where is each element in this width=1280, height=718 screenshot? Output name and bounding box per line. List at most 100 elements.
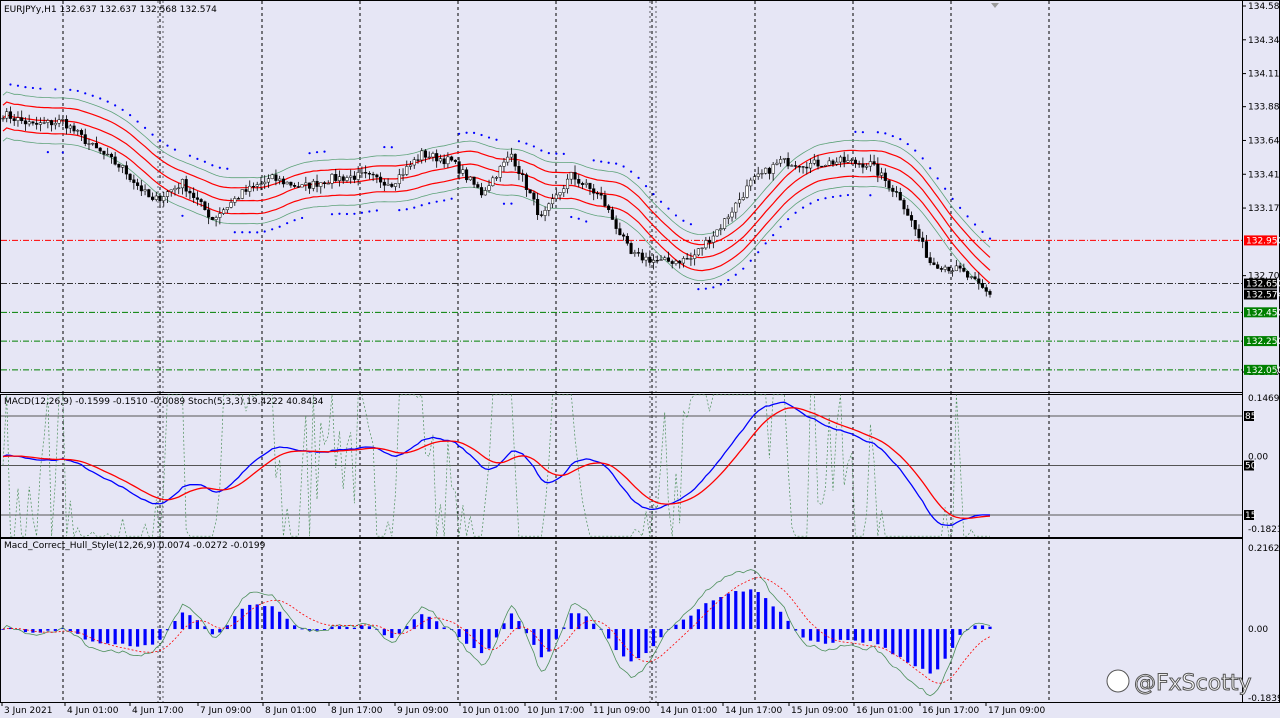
psar-dot	[637, 176, 640, 179]
hull-hist-bar	[943, 629, 947, 659]
trading-chart[interactable]: 134.580 134.345 134.110 133.880 133.645 133.4…	[0, 0, 1280, 718]
hull-hist-bar	[719, 597, 723, 630]
candle-body	[775, 162, 779, 165]
psar-dot	[510, 202, 513, 205]
price-label-text: 132.650	[1246, 280, 1280, 290]
candle-body	[726, 216, 730, 219]
hull-hist-bar	[771, 606, 775, 630]
hull-hist-bar	[173, 620, 177, 630]
hull-hist-bar	[786, 620, 790, 630]
hull-header: Macd_Correct_Hull_Style(12,26,9) 0.0074 …	[4, 541, 266, 551]
candle-body	[394, 183, 398, 187]
candle-body	[584, 182, 588, 185]
psar-dot	[300, 216, 304, 220]
candle-body	[958, 265, 962, 269]
candle-body	[554, 194, 558, 199]
candle-body	[622, 234, 626, 237]
candle-body	[150, 196, 155, 200]
psar-dot	[861, 131, 864, 134]
psar-dot	[562, 152, 565, 156]
psar-dot	[495, 138, 498, 141]
candle-body	[924, 241, 928, 258]
candle-body	[936, 264, 940, 269]
candle-body	[457, 161, 461, 174]
candle-body	[408, 164, 413, 167]
hull-hist-bar	[681, 619, 686, 630]
candle-body	[435, 153, 439, 162]
hull-hist-bar	[210, 629, 214, 635]
candle-body	[207, 209, 211, 218]
candle-body	[723, 218, 727, 229]
candle-body	[708, 240, 712, 243]
candle-body	[98, 147, 102, 152]
candle-body	[573, 172, 577, 180]
hull-hist-bar	[704, 603, 708, 630]
candle-body	[704, 240, 708, 249]
time-label: 3 Jun 2021	[4, 706, 52, 716]
psar-dot	[869, 194, 872, 197]
psar-dot	[24, 86, 27, 89]
candle-body	[565, 178, 570, 189]
psar-dot	[697, 288, 700, 291]
psar-dot	[136, 120, 139, 123]
candle-body	[966, 271, 970, 278]
main-pane[interactable]	[0, 0, 1243, 393]
candle-body	[906, 208, 910, 216]
candle-body	[1, 117, 5, 120]
psar-dot	[129, 114, 132, 117]
candle-body	[917, 228, 921, 239]
candle-body	[121, 165, 125, 168]
candle-body	[65, 119, 69, 129]
psar-dot	[54, 88, 57, 91]
candle-body	[868, 161, 872, 167]
hull-hist-bar	[980, 625, 985, 630]
time-label: 4 Jun 17:00	[132, 706, 184, 716]
candle-body	[188, 190, 192, 194]
candle-body	[816, 159, 820, 167]
candle-body	[442, 158, 446, 165]
psar-dot	[443, 199, 446, 202]
candle-body	[678, 260, 682, 264]
time-label: 15 Jun 09:00	[791, 706, 848, 716]
psar-dot	[517, 140, 521, 143]
candle-body	[386, 183, 390, 186]
psar-dot	[480, 133, 483, 137]
psar-dot	[794, 211, 797, 214]
hull-pane[interactable]	[0, 538, 1243, 703]
hull-hist-bar	[644, 629, 648, 654]
candle-body	[812, 159, 816, 164]
hull-hist-bar	[554, 629, 558, 639]
psar-dot	[248, 231, 251, 234]
candle-body	[72, 125, 76, 132]
candle-body	[730, 211, 734, 218]
psar-dot	[906, 142, 909, 146]
candle-body	[218, 213, 222, 218]
hull-hist-bar	[397, 629, 401, 634]
hull-hist-bar	[711, 600, 715, 630]
psar-dot	[61, 151, 64, 154]
candle-body	[913, 220, 917, 230]
candle-body	[973, 276, 977, 280]
candle-body	[760, 172, 764, 175]
psar-dot	[166, 144, 169, 147]
psar-dot	[91, 94, 94, 97]
hull-hist-bar	[651, 629, 656, 647]
psar-dot	[772, 233, 775, 237]
psar-dot	[951, 197, 954, 200]
candle-body	[296, 186, 300, 188]
psar-dot	[226, 167, 229, 170]
psar-dot	[988, 237, 992, 240]
hull-hist-bar	[801, 629, 805, 638]
price-tick-label: 134.110	[1248, 70, 1280, 80]
watermark-text: @FxScotty	[1134, 671, 1251, 696]
candle-body	[461, 169, 465, 174]
candle-body	[767, 167, 771, 174]
hull-hist-bar	[749, 589, 753, 630]
candle-body	[38, 122, 42, 125]
time-label: 14 Jun 01:00	[660, 706, 717, 716]
hull-hist-bar	[420, 614, 424, 630]
candle-body	[838, 156, 843, 163]
scroll-marker-icon[interactable]	[991, 3, 999, 8]
psar-dot	[405, 208, 408, 211]
psar-dot	[779, 225, 782, 228]
